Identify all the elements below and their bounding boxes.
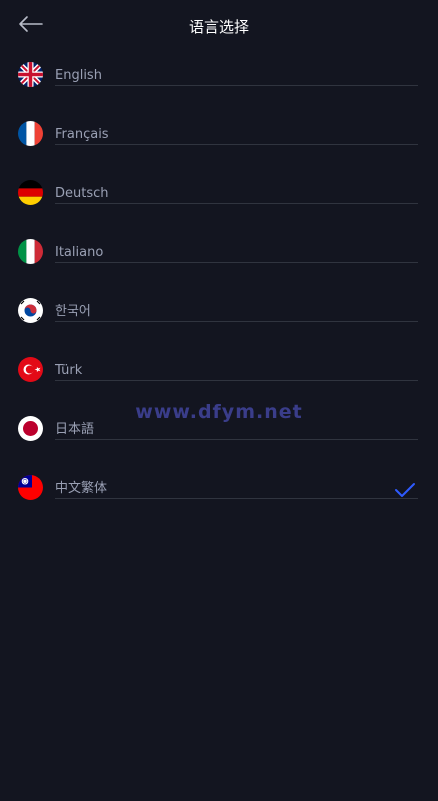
- language-item-deutsch[interactable]: Deutsch: [0, 164, 438, 222]
- divider: [55, 262, 418, 263]
- language-label: Français: [55, 127, 109, 142]
- check-icon: [395, 483, 415, 497]
- language-label: English: [55, 68, 102, 83]
- divider: [55, 380, 418, 381]
- uk-flag-icon: [18, 62, 43, 87]
- language-label: Italiano: [55, 245, 104, 260]
- language-label: Deutsch: [55, 186, 109, 201]
- page-title: 语言选择: [188, 18, 249, 36]
- language-label: 日本語: [55, 422, 95, 437]
- language-item-turk[interactable]: Türk: [0, 341, 438, 399]
- taiwan-flag-icon: [18, 475, 43, 500]
- divider: [55, 321, 418, 322]
- watermark: www.dfym.net: [135, 401, 303, 423]
- france-flag-icon: [18, 121, 43, 146]
- divider: [55, 439, 418, 440]
- turkey-flag-icon: [18, 357, 43, 382]
- language-label: Türk: [55, 363, 83, 378]
- language-item-english[interactable]: English: [0, 46, 438, 104]
- divider: [55, 85, 418, 86]
- language-item-francais[interactable]: Français: [0, 105, 438, 163]
- divider: [55, 144, 418, 145]
- language-label: 한국어: [55, 304, 91, 319]
- language-item-italiano[interactable]: Italiano: [0, 223, 438, 281]
- app-header: 语言选择: [0, 0, 438, 52]
- language-item-traditional-chinese[interactable]: 中文繁体: [0, 459, 438, 517]
- language-item-korean[interactable]: 한국어: [0, 282, 438, 340]
- divider: [55, 203, 418, 204]
- language-label: 中文繁体: [55, 481, 108, 496]
- divider: [55, 498, 418, 499]
- korea-flag-icon: [18, 298, 43, 323]
- germany-flag-icon: [18, 180, 43, 205]
- italy-flag-icon: [18, 239, 43, 264]
